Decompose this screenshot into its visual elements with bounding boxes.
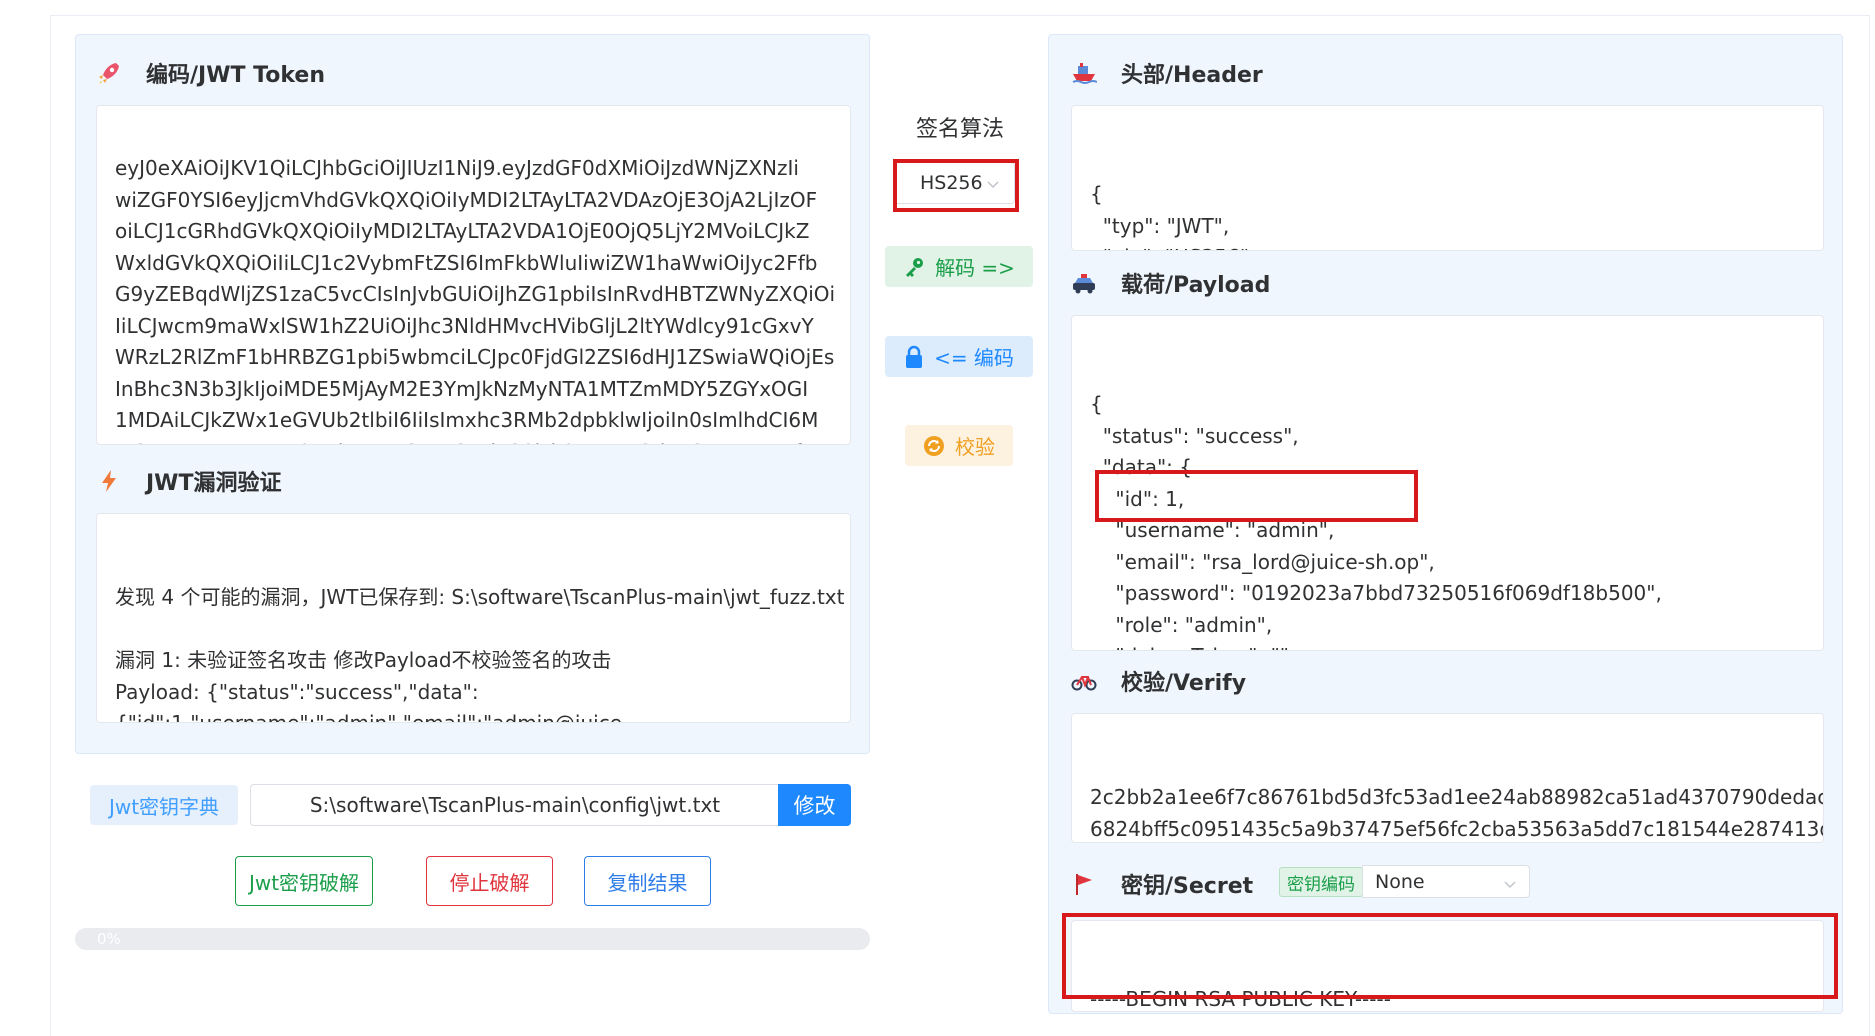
left-panel: 编码/JWT Token eyJ0eXAiOiJKV1QiLCJhbGciOiJ… xyxy=(75,34,870,754)
vuln-line xyxy=(115,614,832,646)
payload-line: "role": "admin", xyxy=(1090,612,1273,637)
dict-path-input[interactable]: S:\software\TscanPlus-main\config\jwt.tx… xyxy=(250,784,780,826)
dict-label-text: Jwt密钥字典 xyxy=(108,794,220,819)
dict-label-tag: Jwt密钥字典 xyxy=(90,785,238,825)
rocket-icon xyxy=(96,60,122,86)
payload-line: "password": "0192023a7bbd73250516f069df1… xyxy=(1090,581,1662,605)
secret-tag-text: 密钥编码 xyxy=(1287,874,1355,895)
header-line: "typ": "JWT", xyxy=(1090,213,1230,238)
flag-icon xyxy=(1071,871,1097,897)
stop-crack-label: 停止破解 xyxy=(449,870,530,895)
crack-progress-bar: 0% xyxy=(75,928,870,950)
header-line: "alg": "HS256" xyxy=(1090,242,1805,250)
vuln-line: 发现 4 个可能的漏洞，JWT已保存到: S:\software\TscanPl… xyxy=(115,585,845,609)
payload-line: "status": "success", xyxy=(1090,423,1299,448)
payload-line: { xyxy=(1090,392,1103,416)
secret-encoding-tag: 密钥编码 xyxy=(1279,867,1363,897)
algo-select[interactable]: HS256 xyxy=(893,162,1015,204)
vuln-title-text: JWT漏洞验证 xyxy=(146,471,282,496)
token-line: 1MDAiLCJkZWx1eGVUb2tlbiI6IiIsImxhc3RMb2d… xyxy=(115,408,819,432)
dict-path-text: S:\software\TscanPlus-main\config\jwt.tx… xyxy=(309,793,721,817)
verify-line: 2c2bb2a1ee6f7c86761bd5d3fc53ad1ee24ab889… xyxy=(1090,785,1824,809)
token-line: wiZGF0YSI6eyJjcmVhdGVkQXQiOiIyMDI2LTAyLT… xyxy=(115,187,818,212)
payload-section-title: 载荷/Payload xyxy=(1071,267,1270,299)
copy-result-label: 复制结果 xyxy=(607,870,688,895)
payload-line: "email": "rsa_lord@juice-sh.op", xyxy=(1090,549,1435,574)
payload-line: "id": 1, xyxy=(1090,486,1185,511)
header-line: { xyxy=(1090,182,1103,206)
jwt-crack-label: Jwt密钥破解 xyxy=(248,870,360,895)
key-icon xyxy=(903,256,925,278)
token-textarea[interactable]: eyJ0eXAiOiJKV1QiLCJhbGciOiJIUzI1NiJ9.eyJ… xyxy=(96,105,851,445)
header-title-text: 头部/Header xyxy=(1121,63,1263,88)
payload-line: "data": { xyxy=(1090,455,1192,479)
bicycle-icon xyxy=(1071,668,1097,694)
vuln-line: 漏洞 1: 未验证签名攻击 修改Payload不校验签名的攻击 xyxy=(115,648,612,672)
payload-line: "username": "admin", xyxy=(1090,518,1335,542)
vuln-line: {"id":1,"username":"admin","email":"admi… xyxy=(115,711,630,723)
vuln-line: Payload: {"status":"success","data": xyxy=(115,679,479,704)
vuln-textarea[interactable]: 发现 4 个可能的漏洞，JWT已保存到: S:\software\TscanPl… xyxy=(96,513,851,723)
payload-title-text: 载荷/Payload xyxy=(1121,273,1271,298)
verify-textarea[interactable]: 2c2bb2a1ee6f7c86761bd5d3fc53ad1ee24ab889… xyxy=(1071,713,1824,843)
stop-crack-button[interactable]: 停止破解 xyxy=(426,856,553,906)
secret-title-text: 密钥/Secret xyxy=(1121,874,1254,899)
token-line: InBhc3N3b3JkIjoiMDE5MjAyM2E3YmJkNzMyNTA1… xyxy=(115,376,809,401)
secret-line: -----BEGIN RSA PUBLIC KEY----- xyxy=(1090,987,1391,1011)
verify-title-text: 校验/Verify xyxy=(1121,671,1247,696)
chevron-down-icon xyxy=(986,175,1000,197)
algo-label: 签名算法 xyxy=(915,117,1004,142)
lock-icon xyxy=(904,345,924,369)
encode-label: <= 编码 xyxy=(934,346,1014,370)
token-line: WRzL2RlZmF1bHRBZG1pbi5wbmciLCJpc0FjdGl2Z… xyxy=(115,345,835,369)
jwt-crack-button[interactable]: Jwt密钥破解 xyxy=(235,856,373,906)
modify-label: 修改 xyxy=(793,794,836,818)
copy-result-button[interactable]: 复制结果 xyxy=(584,856,711,906)
verify-line: 6824bff5c0951435c5a9b37475ef56fc2cba5356… xyxy=(1090,816,1824,841)
vuln-section-title: JWT漏洞验证 xyxy=(96,465,281,497)
token-line: oiLCJ1cGRhdGVkQXQiOiIyMDI2LTAyLTA2VDA1Oj… xyxy=(115,219,810,243)
ship-icon xyxy=(1071,60,1098,86)
verify-label: 校验 xyxy=(955,435,995,459)
right-panel: 头部/Header { "typ": "JWT", "alg": "HS256"… xyxy=(1048,34,1843,1014)
verify-button[interactable]: 校验 xyxy=(905,425,1013,466)
decode-label: 解码 => xyxy=(935,256,1015,280)
token-line: WxldGVkQXQiOiIiLCJ1c2VybmFtZSI6ImFkbWluI… xyxy=(115,250,818,275)
chevron-down-icon xyxy=(1503,875,1517,897)
token-section-title: 编码/JWT Token xyxy=(96,57,325,89)
police-car-icon xyxy=(1071,270,1097,296)
refresh-icon xyxy=(923,435,945,457)
modify-button[interactable]: 修改 xyxy=(778,784,851,826)
secret-section-title: 密钥/Secret xyxy=(1071,868,1253,900)
token-title-text: 编码/JWT Token xyxy=(146,63,325,88)
secret-encoding-value: None xyxy=(1375,870,1425,893)
secret-textarea[interactable]: -----BEGIN RSA PUBLIC KEY-----MIGJAoGBAM… xyxy=(1071,920,1824,1012)
encode-button[interactable]: <= 编码 xyxy=(885,336,1033,377)
token-line: Tc3MDM1NDg5MH0.nthVXDq3mUQrXjK38lsk8MAYx… xyxy=(115,437,832,445)
header-textarea[interactable]: { "typ": "JWT", "alg": "HS256"} xyxy=(1071,105,1824,251)
decode-button[interactable]: 解码 => xyxy=(885,246,1033,287)
algo-value: HS256 xyxy=(920,172,983,194)
progress-text: 0% xyxy=(97,930,121,948)
secret-encoding-select[interactable]: None xyxy=(1362,865,1530,898)
token-line: G9yZEBqdWljZS1zaC5vcCIsInJvbGUiOiJhZG1pb… xyxy=(115,282,836,306)
token-line: IiLCJwcm9maWxlSW1hZ2UiOiJhc3NldHMvcHVibG… xyxy=(115,313,814,338)
header-section-title: 头部/Header xyxy=(1071,57,1263,89)
lightning-icon xyxy=(96,468,122,494)
payload-textarea[interactable]: { "status": "success", "data": { "id": 1… xyxy=(1071,315,1824,651)
payload-line: "deluxeToken": "", xyxy=(1090,641,1805,650)
token-line: eyJ0eXAiOiJKV1QiLCJhbGciOiJIUzI1NiJ9.eyJ… xyxy=(115,156,799,180)
verify-section-title: 校验/Verify xyxy=(1071,665,1246,697)
